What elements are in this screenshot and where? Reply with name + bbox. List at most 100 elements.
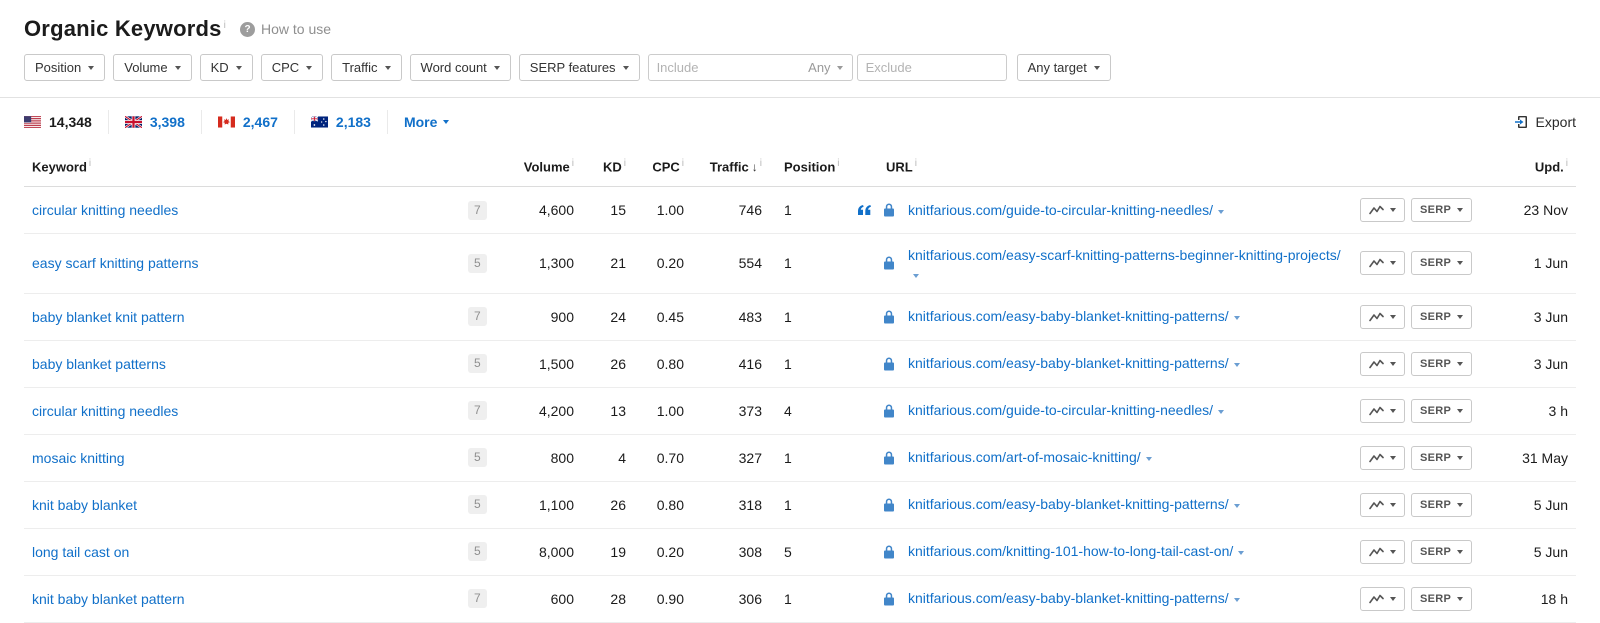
filter-dropdown[interactable]: CPC bbox=[260, 54, 324, 81]
filter-dropdown-label: Volume bbox=[124, 60, 168, 75]
country-tab-count: 2,467 bbox=[242, 114, 278, 130]
keyword-link[interactable]: circular knitting needles bbox=[32, 202, 178, 218]
position-history-chart-button[interactable] bbox=[1360, 251, 1405, 276]
chevron-down-icon bbox=[1390, 408, 1396, 413]
header-url[interactable]: URL i bbox=[856, 146, 1352, 188]
position-history-chart-button[interactable] bbox=[1360, 492, 1405, 517]
position-history-chart-button[interactable] bbox=[1360, 586, 1405, 611]
url-link[interactable]: knitfarious.com/art-of-mosaic-knitting/ bbox=[908, 449, 1141, 465]
include-mode-label: Any bbox=[808, 60, 831, 75]
how-to-use-link[interactable]: ? How to use bbox=[240, 21, 331, 37]
url-expand-caret[interactable] bbox=[1238, 551, 1245, 556]
url-link[interactable]: knitfarious.com/easy-baby-blanket-knitti… bbox=[908, 590, 1229, 606]
keyword-link[interactable]: knit baby blanket pattern bbox=[32, 591, 185, 607]
keyword-count-badge: 5 bbox=[468, 495, 487, 514]
lock-icon bbox=[884, 451, 894, 465]
header-keyword[interactable]: Keyword i bbox=[24, 146, 460, 188]
badge-cell: 7 bbox=[460, 186, 502, 235]
keyword-link[interactable]: easy scarf knitting patterns bbox=[32, 255, 199, 271]
url-expand-caret[interactable] bbox=[913, 273, 919, 278]
updated-cell: 3 Jun bbox=[1508, 293, 1576, 341]
serp-button[interactable]: SERP bbox=[1411, 398, 1473, 423]
keyword-link[interactable]: baby blanket patterns bbox=[32, 356, 166, 372]
badge-cell: 7 bbox=[460, 387, 502, 435]
url-expand-caret[interactable] bbox=[1233, 316, 1240, 321]
serp-button[interactable]: SERP bbox=[1411, 198, 1473, 223]
cpc-cell: 0.80 bbox=[634, 340, 692, 388]
serp-button[interactable]: SERP bbox=[1411, 304, 1473, 329]
url-expand-caret[interactable] bbox=[1218, 410, 1225, 415]
filter-dropdown[interactable]: Volume bbox=[113, 54, 192, 81]
keyword-link[interactable]: mosaic knitting bbox=[32, 450, 125, 466]
serp-button-label: SERP bbox=[1420, 404, 1452, 417]
header-kd[interactable]: KD i bbox=[582, 146, 634, 188]
filter-dropdown-label: Traffic bbox=[342, 60, 378, 75]
filter-dropdown[interactable]: Position bbox=[24, 54, 106, 81]
chevron-down-icon bbox=[1457, 502, 1464, 507]
filter-dropdown[interactable]: SERP features bbox=[518, 54, 640, 81]
volume-cell: 800 bbox=[502, 434, 582, 482]
header-updated[interactable]: Upd. i bbox=[1508, 146, 1576, 188]
url-link[interactable]: knitfarious.com/easy-baby-blanket-knitti… bbox=[908, 308, 1229, 324]
position-history-chart-button[interactable] bbox=[1360, 539, 1405, 564]
include-mode-dropdown[interactable]: Any bbox=[808, 60, 851, 75]
keyword-cell: knit baby blanket pattern bbox=[24, 575, 460, 623]
position-history-chart-button[interactable] bbox=[1360, 198, 1405, 223]
keyword-link[interactable]: long tail cast on bbox=[32, 544, 129, 560]
country-tab-australia[interactable]: 2,183 bbox=[295, 110, 388, 134]
url-link[interactable]: knitfarious.com/easy-baby-blanket-knitti… bbox=[908, 355, 1229, 371]
url-expand-caret[interactable] bbox=[1218, 210, 1225, 215]
position-history-chart-button[interactable] bbox=[1360, 398, 1405, 423]
url-cell: knitfarious.com/easy-baby-blanket-knitti… bbox=[856, 340, 1352, 388]
serp-button[interactable]: SERP bbox=[1411, 251, 1473, 276]
url-cell: knitfarious.com/easy-baby-blanket-knitti… bbox=[856, 481, 1352, 529]
position-history-chart-button[interactable] bbox=[1360, 351, 1405, 376]
header-cpc[interactable]: CPC i bbox=[634, 146, 692, 188]
url-link[interactable]: knitfarious.com/easy-baby-blanket-knitti… bbox=[908, 496, 1229, 512]
sort-desc-icon[interactable]: ↓ bbox=[752, 160, 758, 174]
serp-button[interactable]: SERP bbox=[1411, 351, 1473, 376]
actions-cell: SERP bbox=[1352, 233, 1508, 294]
country-tab-united-kingdom[interactable]: 3,398 bbox=[109, 110, 202, 134]
url-expand-caret[interactable] bbox=[1145, 457, 1152, 462]
updated-cell: 5 Jun bbox=[1508, 481, 1576, 529]
kd-cell: 26 bbox=[582, 340, 634, 388]
filter-dropdown-label: SERP features bbox=[529, 60, 616, 75]
keyword-link[interactable]: circular knitting needles bbox=[32, 403, 178, 419]
chevron-down-icon bbox=[1457, 408, 1464, 413]
include-input[interactable] bbox=[648, 60, 809, 75]
serp-button[interactable]: SERP bbox=[1411, 492, 1473, 517]
filter-dropdown[interactable]: KD bbox=[199, 54, 253, 81]
url-link[interactable]: knitfarious.com/guide-to-circular-knitti… bbox=[908, 202, 1213, 218]
any-target-dropdown[interactable]: Any target bbox=[1016, 54, 1111, 81]
chevron-down-icon bbox=[1457, 314, 1464, 319]
position-history-chart-button[interactable] bbox=[1360, 304, 1405, 329]
table-row: long tail cast on 5 8,000 19 0.20 308 5 … bbox=[24, 528, 1576, 576]
filter-dropdown[interactable]: Traffic bbox=[331, 54, 402, 81]
url-link[interactable]: knitfarious.com/easy-scarf-knitting-patt… bbox=[908, 247, 1341, 263]
keyword-link[interactable]: knit baby blanket bbox=[32, 497, 137, 513]
url-link[interactable]: knitfarious.com/knitting-101-how-to-long… bbox=[908, 543, 1233, 559]
serp-button[interactable]: SERP bbox=[1411, 445, 1473, 470]
header-traffic[interactable]: Traffic ↓ i bbox=[692, 146, 770, 188]
country-tab-canada[interactable]: 2,467 bbox=[202, 110, 295, 134]
url-link[interactable]: knitfarious.com/guide-to-circular-knitti… bbox=[908, 402, 1213, 418]
header-position[interactable]: Position i bbox=[770, 146, 856, 188]
header-volume[interactable]: Volume i bbox=[502, 146, 582, 188]
serp-button[interactable]: SERP bbox=[1411, 539, 1473, 564]
badge-cell: 7 bbox=[460, 575, 502, 623]
table-body: circular knitting needles 7 4,600 15 1.0… bbox=[24, 186, 1576, 623]
keyword-link[interactable]: baby blanket knit pattern bbox=[32, 309, 185, 325]
country-tab-united-states[interactable]: 14,348 bbox=[24, 110, 109, 134]
filter-dropdown[interactable]: Word count bbox=[409, 54, 511, 81]
more-countries-dropdown[interactable]: More bbox=[404, 114, 450, 130]
keywords-table: Keyword i Volume i KD i CPC i Traffic ↓ i Posi… bbox=[24, 146, 1576, 623]
traffic-cell: 746 bbox=[692, 186, 770, 235]
position-history-chart-button[interactable] bbox=[1360, 445, 1405, 470]
url-expand-caret[interactable] bbox=[1233, 598, 1240, 603]
export-button[interactable]: Export bbox=[1514, 114, 1576, 130]
serp-button[interactable]: SERP bbox=[1411, 586, 1473, 611]
exclude-input[interactable] bbox=[856, 54, 1007, 81]
url-expand-caret[interactable] bbox=[1233, 363, 1240, 368]
url-expand-caret[interactable] bbox=[1233, 504, 1240, 509]
